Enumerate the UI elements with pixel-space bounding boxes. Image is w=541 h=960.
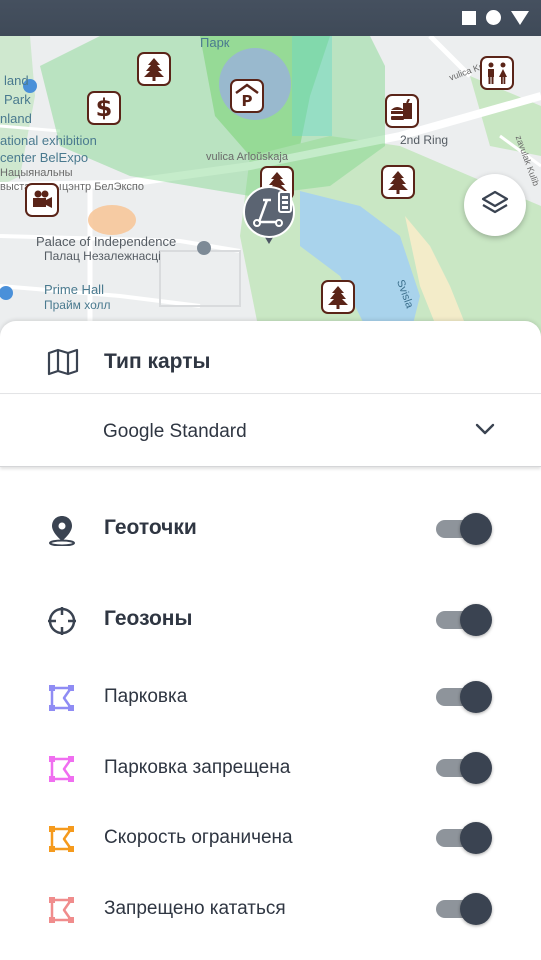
zone-no-parking-label: Парковка запрещена <box>104 757 291 778</box>
square-icon <box>462 10 476 25</box>
map-view[interactable]: Парк land Park nland ational exhibition … <box>0 36 541 336</box>
chevron-down-icon <box>475 422 495 440</box>
map-label-second-ring: 2nd Ring <box>400 133 449 147</box>
location-pin-icon <box>46 514 78 546</box>
map-label-exhibition-3: Нацыянальны <box>0 167 73 179</box>
zone-parking-toggle[interactable] <box>436 681 492 713</box>
geopoints-label: Геоточки <box>104 516 197 539</box>
map-label-prime-hall-2: Прайм холл <box>44 298 111 312</box>
map-label-exhibition-5: цэнтр БелЭкспо <box>62 181 145 193</box>
zone-speed-limit-row: Скорость ограничена <box>0 810 541 866</box>
map-type-select[interactable]: Google Standard <box>0 395 541 467</box>
zone-no-parking-row: Парковка запрещена <box>0 740 541 796</box>
map-label-prime-hall-1: Prime Hall <box>44 282 104 297</box>
zone-speed-limit-label: Скорость ограничена <box>104 827 293 848</box>
triangle-icon <box>511 10 529 25</box>
food-icon[interactable] <box>385 94 419 128</box>
scooter-marker[interactable] <box>243 186 295 246</box>
geozones-row: Геозоны <box>0 592 541 648</box>
toilet-icon[interactable] <box>480 56 514 90</box>
zone-parking-row: Парковка <box>0 669 541 725</box>
map-label-park: Парк <box>200 36 230 50</box>
map-type-header: Тип карты <box>0 321 541 394</box>
zone-no-riding-toggle[interactable] <box>436 893 492 925</box>
map-type-title: Тип карты <box>104 350 211 373</box>
crosshair-icon <box>46 605 78 637</box>
layers-button[interactable] <box>464 174 526 236</box>
geozones-toggle[interactable] <box>436 604 492 636</box>
map-label-park-left-2: Park <box>4 92 31 107</box>
map-label-palace-1: Palace of Independence <box>36 234 177 249</box>
map-label-park-left-3: nland <box>0 111 32 126</box>
zone-parking-label: Парковка <box>104 686 188 707</box>
geopoints-toggle[interactable] <box>436 513 492 545</box>
dollar-icon[interactable]: $ <box>87 91 121 125</box>
zone-no-riding-label: Запрещено кататься <box>104 898 286 919</box>
map-label-exhibition-1: ational exhibition <box>0 133 97 148</box>
svg-text:P: P <box>242 92 253 109</box>
zone-no-parking-toggle[interactable] <box>436 752 492 784</box>
map-icon <box>47 348 79 381</box>
zone-no-riding-row: Запрещено кататься <box>0 881 541 937</box>
zone-speed-limit-toggle[interactable] <box>436 822 492 854</box>
map-type-select-value: Google Standard <box>103 421 247 442</box>
status-bar <box>0 0 541 36</box>
map-label-arlouskaja: vulica Arloŭskaja <box>206 151 288 163</box>
zone-no-parking-icon <box>46 753 78 785</box>
map-label-palace-2: Палац Незалежнасці <box>44 249 161 263</box>
geozones-label: Геозоны <box>104 607 193 630</box>
map-label-exhibition-2: center BelExpo <box>0 150 89 165</box>
layers-icon <box>480 189 510 222</box>
tree-icon[interactable] <box>137 52 171 86</box>
tree-icon[interactable] <box>321 280 355 314</box>
zone-parking-icon <box>46 682 78 714</box>
map-label-park-left-1: land <box>4 73 29 88</box>
camera-icon[interactable] <box>25 183 59 217</box>
parking-icon[interactable]: P <box>230 79 264 113</box>
tree-icon[interactable] <box>381 165 415 199</box>
circle-icon <box>486 10 501 25</box>
geopoints-row: Геоточки <box>0 501 541 557</box>
zone-no-riding-icon <box>46 894 78 926</box>
map-settings-sheet: Тип карты Google Standard Геоточки Геозо… <box>0 321 541 960</box>
zone-speed-limit-icon <box>46 823 78 855</box>
